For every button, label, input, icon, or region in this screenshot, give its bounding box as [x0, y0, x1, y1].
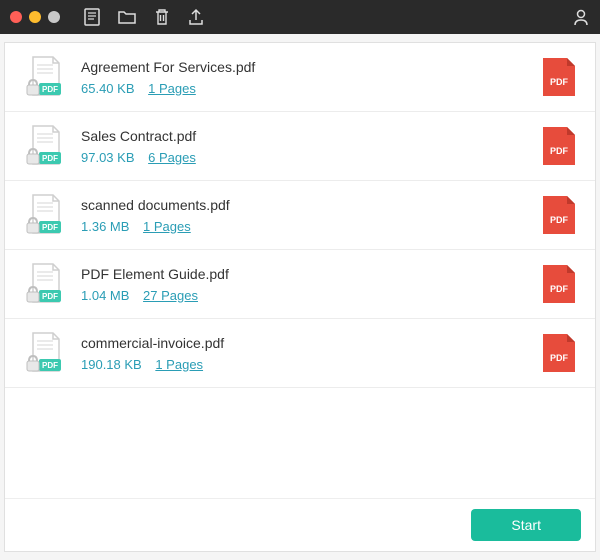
svg-text:PDF: PDF: [42, 361, 58, 370]
file-name-label: Sales Contract.pdf: [81, 128, 541, 144]
file-meta: 190.18 KB 1 Pages: [81, 357, 541, 372]
user-icon[interactable]: [572, 8, 590, 26]
svg-text:PDF: PDF: [42, 85, 58, 94]
file-row[interactable]: PDF commercial-invoice.pdf 190.18 KB 1 P…: [5, 319, 595, 388]
pdf-type-badge: PDF: [541, 332, 577, 374]
file-meta: 1.36 MB 1 Pages: [81, 219, 541, 234]
file-info: scanned documents.pdf 1.36 MB 1 Pages: [81, 197, 541, 234]
close-window-button[interactable]: [10, 11, 22, 23]
file-row[interactable]: PDF Agreement For Services.pdf 65.40 KB …: [5, 43, 595, 112]
file-meta: 1.04 MB 27 Pages: [81, 288, 541, 303]
file-pdf-locked-icon: PDF: [23, 124, 67, 168]
file-pdf-locked-icon: PDF: [23, 55, 67, 99]
file-meta: 65.40 KB 1 Pages: [81, 81, 541, 96]
pdf-type-badge: PDF: [541, 263, 577, 305]
svg-text:PDF: PDF: [550, 77, 569, 87]
document-icon[interactable]: [84, 8, 100, 26]
file-pages-link[interactable]: 1 Pages: [143, 219, 191, 234]
toolbar: [0, 0, 600, 34]
maximize-window-button[interactable]: [48, 11, 60, 23]
minimize-window-button[interactable]: [29, 11, 41, 23]
file-list: PDF Agreement For Services.pdf 65.40 KB …: [5, 43, 595, 498]
folder-icon[interactable]: [118, 9, 136, 25]
file-pages-link[interactable]: 6 Pages: [148, 150, 196, 165]
pdf-type-badge: PDF: [541, 56, 577, 98]
file-info: commercial-invoice.pdf 190.18 KB 1 Pages: [81, 335, 541, 372]
file-row[interactable]: PDF scanned documents.pdf 1.36 MB 1 Page…: [5, 181, 595, 250]
window-controls: [10, 11, 60, 23]
file-name-label: commercial-invoice.pdf: [81, 335, 541, 351]
content-panel: PDF Agreement For Services.pdf 65.40 KB …: [4, 42, 596, 552]
file-row[interactable]: PDF PDF Element Guide.pdf 1.04 MB 27 Pag…: [5, 250, 595, 319]
svg-text:PDF: PDF: [550, 353, 569, 363]
svg-text:PDF: PDF: [550, 215, 569, 225]
file-row[interactable]: PDF Sales Contract.pdf 97.03 KB 6 Pages …: [5, 112, 595, 181]
file-pages-link[interactable]: 27 Pages: [143, 288, 198, 303]
file-info: PDF Element Guide.pdf 1.04 MB 27 Pages: [81, 266, 541, 303]
file-size-label: 1.36 MB: [81, 219, 129, 234]
file-pdf-locked-icon: PDF: [23, 262, 67, 306]
start-button[interactable]: Start: [471, 509, 581, 541]
svg-text:PDF: PDF: [550, 284, 569, 294]
file-pdf-locked-icon: PDF: [23, 193, 67, 237]
file-pdf-locked-icon: PDF: [23, 331, 67, 375]
file-name-label: Agreement For Services.pdf: [81, 59, 541, 75]
svg-text:PDF: PDF: [42, 292, 58, 301]
pdf-type-badge: PDF: [541, 125, 577, 167]
file-name-label: scanned documents.pdf: [81, 197, 541, 213]
pdf-type-badge: PDF: [541, 194, 577, 236]
export-icon[interactable]: [188, 8, 204, 26]
footer: Start: [5, 498, 595, 551]
file-size-label: 65.40 KB: [81, 81, 135, 96]
file-size-label: 190.18 KB: [81, 357, 142, 372]
file-size-label: 1.04 MB: [81, 288, 129, 303]
svg-text:PDF: PDF: [550, 146, 569, 156]
svg-text:PDF: PDF: [42, 154, 58, 163]
trash-icon[interactable]: [154, 8, 170, 26]
svg-text:PDF: PDF: [42, 223, 58, 232]
file-pages-link[interactable]: 1 Pages: [155, 357, 203, 372]
file-info: Sales Contract.pdf 97.03 KB 6 Pages: [81, 128, 541, 165]
toolbar-actions: [84, 8, 204, 26]
file-info: Agreement For Services.pdf 65.40 KB 1 Pa…: [81, 59, 541, 96]
file-pages-link[interactable]: 1 Pages: [148, 81, 196, 96]
file-meta: 97.03 KB 6 Pages: [81, 150, 541, 165]
file-name-label: PDF Element Guide.pdf: [81, 266, 541, 282]
file-size-label: 97.03 KB: [81, 150, 135, 165]
